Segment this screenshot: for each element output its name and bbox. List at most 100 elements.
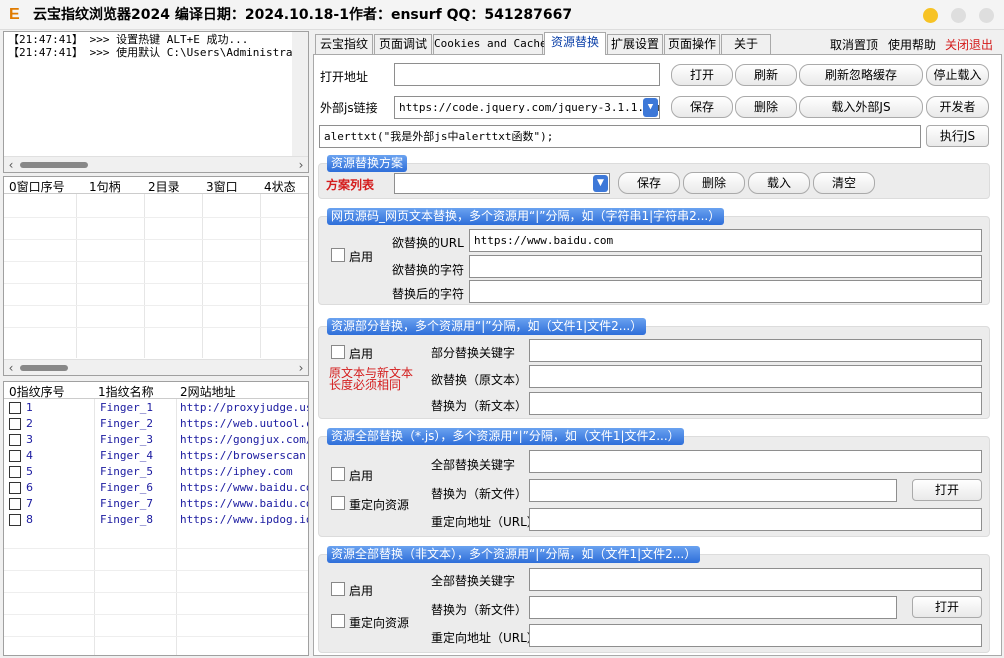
group1-enable-checkbox[interactable] xyxy=(331,248,345,262)
full-replace-js-group: 资源全部替换（*.js），多个资源用“|”分隔，如（文件1|文件2...） 启用… xyxy=(318,428,990,537)
save-js-button[interactable]: 保存 xyxy=(671,96,733,118)
binary-file-input[interactable] xyxy=(529,596,897,619)
maximize-button[interactable] xyxy=(951,8,966,23)
column-header[interactable]: 1指纹名称 xyxy=(98,383,154,400)
resource-replace-panel: 打开地址 打开 刷新 刷新忽略缓存 停止载入 外部js链接 https://co… xyxy=(313,54,1002,656)
cancel-pin-link[interactable]: 取消置顶 xyxy=(830,36,878,53)
log-hscroll[interactable]: ‹ › xyxy=(4,156,308,172)
replace-find-input[interactable] xyxy=(469,255,982,278)
scheme-clear-button[interactable]: 清空 xyxy=(813,172,875,194)
finger-row[interactable]: 5 Finger_5 https://iphey.com xyxy=(4,464,308,480)
page-text-replace-title: 网页源码_网页文本替换，多个资源用“|”分隔，如（字符串1|字符串2...） xyxy=(327,208,725,225)
external-js-select[interactable]: https://code.jquery.com/jquery-3.1.1.min… xyxy=(394,96,660,119)
binary-keyword-input[interactable] xyxy=(529,568,982,591)
row-checkbox[interactable] xyxy=(9,450,21,462)
js-code-input[interactable]: alerttxt("我是外部js中alerttxt函数"); xyxy=(319,125,921,148)
log-vscroll[interactable] xyxy=(292,32,308,156)
group4-redirect-label: 重定向资源 xyxy=(349,616,410,630)
finger-row[interactable]: 3 Finger_3 https://gongjux.com/f xyxy=(4,432,308,448)
partial-new-label: 替换为（新文本） xyxy=(431,399,528,413)
stop-loading-button[interactable]: 停止载入 xyxy=(926,64,989,86)
minimize-button[interactable] xyxy=(923,8,938,23)
load-external-js-button[interactable]: 载入外部JS xyxy=(799,96,923,118)
finger-row[interactable]: 7Finger_7https://www.baidu.com/ xyxy=(4,496,308,512)
binary-redirect-url-label: 重定向地址（URL） xyxy=(431,631,539,645)
scroll-thumb[interactable] xyxy=(20,365,68,371)
column-header[interactable]: 0窗口序号 xyxy=(9,178,65,195)
tab-yunbao-finger[interactable]: 云宝指纹 xyxy=(315,34,373,54)
group2-enable-checkbox[interactable] xyxy=(331,345,345,359)
group4-enable-checkbox[interactable] xyxy=(331,582,345,596)
tab-cookies-cache[interactable]: Cookies and Cache xyxy=(433,34,547,54)
finger-row[interactable]: 6Finger_6https://www.baidu.com/ xyxy=(4,480,308,496)
row-checkbox[interactable] xyxy=(9,434,21,446)
row-checkbox[interactable] xyxy=(9,482,21,494)
developer-button[interactable]: 开发者 xyxy=(926,96,989,118)
full-replace-binary-title: 资源全部替换（非文本），多个资源用“|”分隔，如（文件1|文件2...） xyxy=(327,546,701,563)
scheme-list-select[interactable]: ▼ xyxy=(394,173,610,194)
tab-page-debug[interactable]: 页面调试 xyxy=(374,34,432,54)
refresh-button[interactable]: 刷新 xyxy=(735,64,797,86)
finger-row[interactable]: 4Finger_4https://browserscan.ne xyxy=(4,448,308,464)
window-grid-hscroll[interactable]: ‹ › xyxy=(4,359,308,375)
scroll-left-icon[interactable]: ‹ xyxy=(4,360,18,375)
row-checkbox[interactable] xyxy=(9,402,21,414)
redirect-url-input[interactable] xyxy=(529,508,982,531)
row-checkbox[interactable] xyxy=(9,466,21,478)
window-title: 云宝指纹浏览器2024 编译日期：2024.10.18-1作者：ensurf Q… xyxy=(33,7,573,23)
column-header[interactable]: 4状态 xyxy=(264,178,296,195)
tab-page-actions[interactable]: 页面操作 xyxy=(664,34,720,54)
open-file-button[interactable]: 打开 xyxy=(912,479,982,501)
group4-redirect-checkbox[interactable] xyxy=(331,614,345,628)
finger-row[interactable]: 2 Finger_2 https://web.uutool.cn xyxy=(4,416,308,432)
tab-about[interactable]: 关于 xyxy=(721,34,771,54)
scroll-right-icon[interactable]: › xyxy=(294,360,308,375)
scroll-left-icon[interactable]: ‹ xyxy=(4,157,18,172)
finger-row[interactable]: 1 Finger_1 http://proxyjudge.us xyxy=(4,400,308,416)
refresh-ignore-cache-button[interactable]: 刷新忽略缓存 xyxy=(799,64,923,86)
close-exit-link[interactable]: 关闭退出 xyxy=(945,36,993,53)
column-header[interactable]: 2网站地址 xyxy=(180,383,236,400)
full-file-input[interactable] xyxy=(529,479,897,502)
delete-js-button[interactable]: 删除 xyxy=(735,96,797,118)
finger-grid-header: 0指纹序号 1指纹名称 2网站地址 xyxy=(4,382,308,399)
scroll-right-icon[interactable]: › xyxy=(294,157,308,172)
close-window-button[interactable] xyxy=(979,8,994,23)
column-header[interactable]: 1句柄 xyxy=(89,178,121,195)
column-header[interactable]: 0指纹序号 xyxy=(9,383,65,400)
partial-original-label: 欲替换（原文本） xyxy=(431,373,528,387)
column-header[interactable]: 2目录 xyxy=(148,178,180,195)
log-line: 【21:47:41】 >>> 使用默认 C:\Users\Administrat… xyxy=(8,46,309,59)
column-header[interactable]: 3窗口 xyxy=(206,178,238,195)
scheme-list-label: 方案列表 xyxy=(326,178,375,192)
row-checkbox[interactable] xyxy=(9,514,21,526)
scheme-save-button[interactable]: 保存 xyxy=(618,172,680,194)
group3-redirect-checkbox[interactable] xyxy=(331,496,345,510)
open-url-input[interactable] xyxy=(394,63,660,86)
partial-keyword-input[interactable] xyxy=(529,339,982,362)
full-keyword-label: 全部替换关键字 xyxy=(431,458,516,472)
tab-extension-settings[interactable]: 扩展设置 xyxy=(607,34,663,54)
scheme-load-button[interactable]: 载入 xyxy=(748,172,810,194)
open-binary-file-button[interactable]: 打开 xyxy=(912,596,982,618)
group3-enable-checkbox[interactable] xyxy=(331,467,345,481)
help-link[interactable]: 使用帮助 xyxy=(888,36,936,53)
partial-new-input[interactable] xyxy=(529,392,982,415)
binary-redirect-url-input[interactable] xyxy=(529,624,982,647)
execute-js-button[interactable]: 执行JS xyxy=(926,125,989,147)
log-pane: 【21:47:41】 >>> 设置热键 ALT+E 成功... 【21:47:4… xyxy=(3,31,309,173)
chevron-down-icon[interactable]: ▼ xyxy=(593,175,608,192)
row-checkbox[interactable] xyxy=(9,418,21,430)
scheme-delete-button[interactable]: 删除 xyxy=(683,172,745,194)
replace-url-input[interactable]: https://www.baidu.com xyxy=(469,229,982,252)
tab-resource-replace[interactable]: 资源替换 xyxy=(544,32,606,55)
chevron-down-icon[interactable]: ▼ xyxy=(643,98,658,117)
finger-row[interactable]: 8 Finger_8 https://www.ipdog.io/ xyxy=(4,512,308,528)
full-keyword-input[interactable] xyxy=(529,450,982,473)
row-checkbox[interactable] xyxy=(9,498,21,510)
replace-with-input[interactable] xyxy=(469,280,982,303)
open-button[interactable]: 打开 xyxy=(671,64,733,86)
partial-original-input[interactable] xyxy=(529,365,982,388)
scroll-thumb[interactable] xyxy=(20,162,88,168)
scheme-group-title: 资源替换方案 xyxy=(327,155,408,172)
